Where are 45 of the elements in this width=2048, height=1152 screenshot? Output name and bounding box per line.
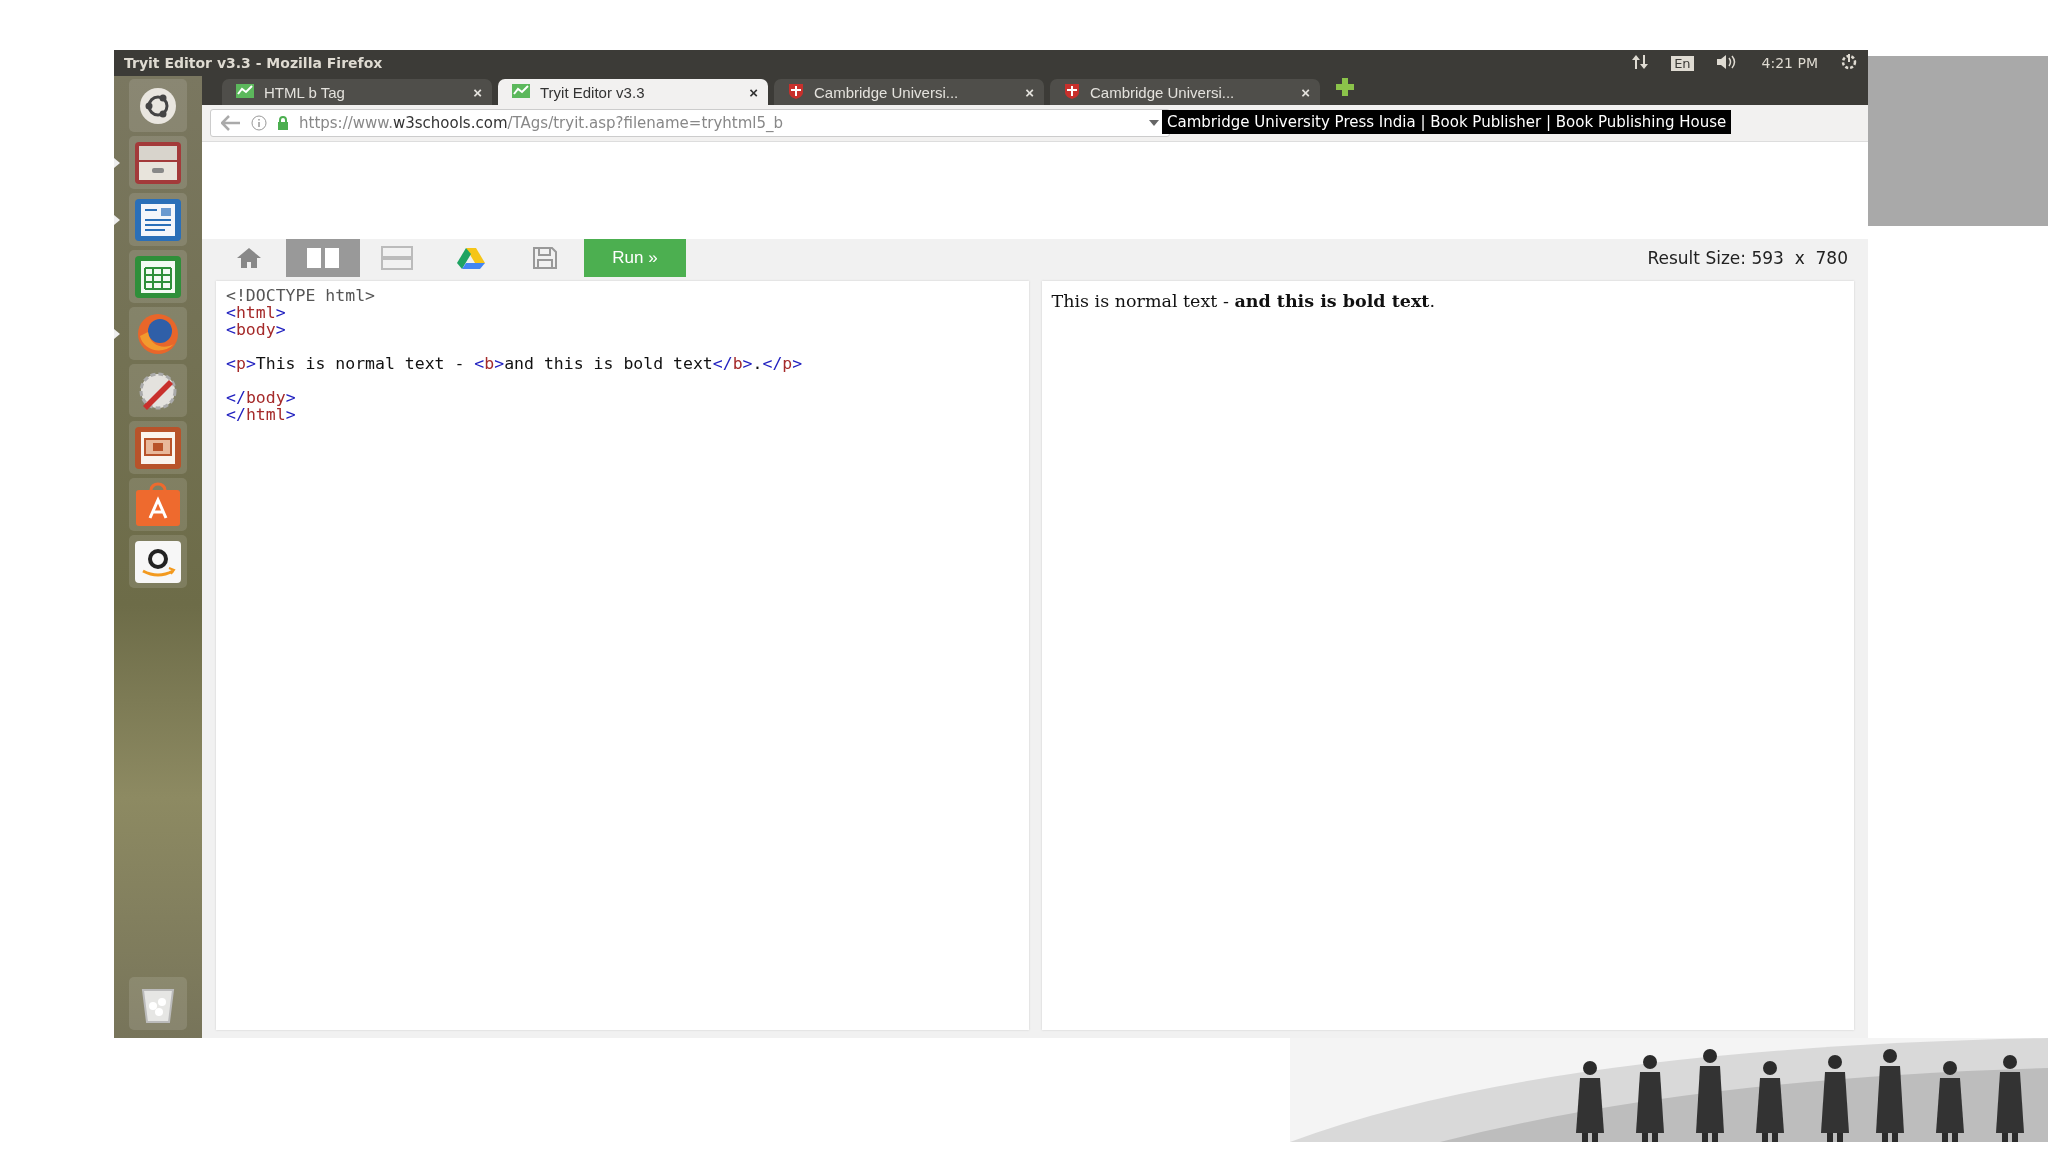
code-line: </body> [226, 387, 297, 406]
shopping-bag-icon [133, 481, 183, 528]
window-title: Tryit Editor v3.3 - Mozilla Firefox [124, 55, 384, 71]
save-icon [532, 246, 558, 270]
presentation-icon [133, 424, 183, 471]
dropdown-arrow-icon[interactable] [1149, 120, 1159, 126]
code-line: <!DOCTYPE html> [226, 287, 376, 304]
close-tab-button[interactable]: × [1025, 83, 1034, 101]
two-columns-icon [306, 247, 340, 269]
code-line: <p>This is normal text - <b>and this is bold text</b>.</p> [226, 353, 804, 372]
result-size-label: Result Size: 593 x 780 [1647, 248, 1848, 268]
ubuntu-logo-icon [138, 85, 178, 126]
crest-favicon-icon [1064, 82, 1080, 99]
crest-favicon-icon [788, 82, 804, 99]
code-editor[interactable]: <!DOCTYPE html> <html> <body> <p>This is normal text - <b>and this is bold text</b>.</p> </body> </html> [216, 281, 1029, 1030]
toolbar-button[interactable] [286, 239, 360, 277]
document-icon [133, 196, 183, 243]
drive-triangle-icon [457, 247, 485, 269]
tooltip: Cambridge University Press India | Book Publisher | Book Publishing House [1162, 110, 1732, 134]
running-indicator-icon [114, 329, 120, 339]
lock-icon [277, 116, 289, 130]
keyboard-layout-indicator[interactable]: En [1671, 55, 1694, 71]
code-line: <html> [226, 304, 287, 321]
power-gear-icon[interactable] [1840, 52, 1858, 71]
running-indicator-icon [114, 215, 120, 225]
close-tab-button[interactable]: × [749, 83, 758, 101]
result-paragraph: This is normal text - and this is bold text. [1051, 291, 1436, 311]
browser-tab[interactable]: HTML b Tag × [222, 79, 492, 105]
clock[interactable]: 4:21 PM [1761, 55, 1818, 71]
new-tab-plus-icon[interactable] [1336, 78, 1354, 96]
spreadsheet-icon [133, 253, 183, 300]
file-cabinet-icon [133, 139, 183, 186]
close-tab-button[interactable]: × [473, 83, 482, 101]
network-arrows-icon[interactable] [1631, 53, 1650, 70]
browser-tab[interactable]: Cambridge Universi... × [774, 79, 1044, 105]
code-line: </html> [226, 406, 297, 423]
chart-favicon-icon [236, 83, 254, 98]
browser-tab[interactable]: Cambridge Universi... × [1050, 79, 1320, 105]
two-rows-icon [381, 246, 413, 270]
running-indicator-icon [114, 158, 120, 168]
code-line: <body> [226, 321, 287, 338]
browser-tab[interactable]: Tryit Editor v3.3 × [498, 79, 768, 105]
close-tab-button[interactable]: × [1301, 83, 1310, 101]
home-icon [236, 247, 262, 269]
chart-favicon-icon [512, 83, 530, 98]
